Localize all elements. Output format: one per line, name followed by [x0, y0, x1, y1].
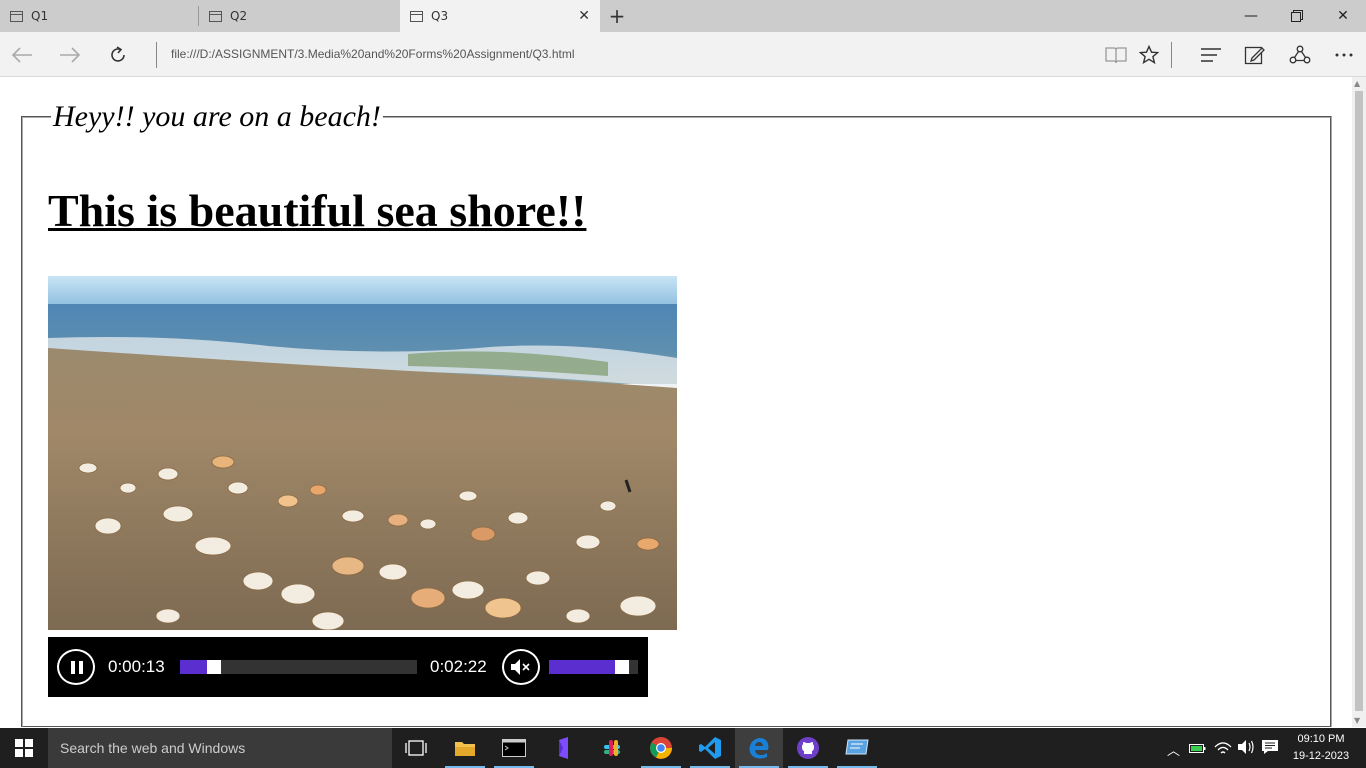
book-icon	[1105, 47, 1127, 64]
tab-q1[interactable]: Q1	[0, 0, 198, 32]
back-button[interactable]	[8, 41, 36, 69]
forward-button[interactable]	[56, 41, 84, 69]
chrome-icon	[650, 737, 672, 759]
wifi-icon[interactable]	[1214, 739, 1232, 759]
share-button[interactable]	[1286, 41, 1314, 69]
video-frame[interactable]	[48, 276, 677, 630]
taskbar-slack[interactable]	[588, 728, 636, 768]
scroll-down-icon[interactable]: ▼	[1354, 716, 1360, 725]
page-icon	[209, 10, 222, 22]
page-viewport: Heyy!! you are on a beach! This is beaut…	[0, 77, 1352, 727]
page-heading: This is beautiful sea shore!!	[48, 185, 587, 236]
edge-icon	[749, 738, 769, 759]
ellipsis-icon	[1335, 53, 1353, 57]
more-options-button[interactable]	[1330, 41, 1358, 69]
tab-strip: Q1 Q2 Q3 ✕ + — ✕	[0, 0, 1366, 32]
battery-icon[interactable]	[1189, 741, 1207, 759]
show-hidden-icons[interactable]: ︿	[1167, 740, 1180, 759]
minimize-button[interactable]: —	[1228, 0, 1274, 32]
close-tab-icon[interactable]: ✕	[578, 8, 590, 24]
new-tab-button[interactable]: +	[607, 4, 627, 28]
volume-handle[interactable]	[615, 660, 629, 674]
share-icon	[1289, 45, 1311, 64]
navigation-bar: file:///D:/ASSIGNMENT/3.Media%20and%20Fo…	[0, 32, 1366, 77]
slack-icon	[604, 740, 620, 756]
tab-q3[interactable]: Q3 ✕	[400, 0, 600, 32]
address-field[interactable]: file:///D:/ASSIGNMENT/3.Media%20and%20Fo…	[171, 47, 575, 61]
scroll-thumb[interactable]	[1355, 91, 1363, 711]
scroll-up-icon[interactable]: ▲	[1354, 79, 1360, 88]
windows-logo-icon	[15, 739, 33, 757]
page-icon	[10, 10, 23, 22]
favorite-button[interactable]	[1135, 41, 1163, 69]
remote-desktop-icon	[845, 739, 869, 755]
tab-label: Q2	[230, 9, 248, 23]
beach-shells-video-frame	[48, 276, 677, 630]
pause-button[interactable]	[57, 649, 95, 685]
taskbar-vscode[interactable]	[686, 728, 734, 768]
vertical-scrollbar[interactable]: ▲ ▼	[1352, 77, 1366, 727]
web-note-button[interactable]	[1241, 41, 1269, 69]
task-view-icon	[405, 740, 427, 756]
reading-view-button[interactable]	[1102, 41, 1130, 69]
toolbar-divider	[1171, 42, 1172, 68]
taskbar-search[interactable]: Search the web and Windows	[48, 728, 392, 768]
taskbar-file-explorer[interactable]	[441, 728, 489, 768]
fieldset-legend: Heyy!! you are on a beach!	[53, 100, 381, 133]
volume-icon[interactable]	[1237, 739, 1255, 759]
arrow-right-icon	[60, 47, 81, 63]
visual-studio-icon	[559, 737, 568, 759]
star-icon	[1139, 45, 1159, 65]
hub-button[interactable]	[1197, 41, 1225, 69]
taskbar-chrome[interactable]	[637, 728, 685, 768]
restore-icon	[1291, 10, 1303, 22]
close-window-button[interactable]: ✕	[1320, 0, 1366, 32]
folder-icon	[455, 742, 475, 756]
seek-bar[interactable]	[180, 660, 417, 674]
arrow-left-icon	[11, 47, 32, 63]
mute-button[interactable]	[502, 649, 540, 685]
tab-q2[interactable]: Q2	[199, 0, 399, 32]
volume-slider[interactable]	[549, 660, 638, 674]
current-time: 0:00:13	[108, 657, 165, 676]
taskbar-github-desktop[interactable]	[784, 728, 832, 768]
start-button[interactable]	[0, 728, 48, 768]
seek-progress-fill	[180, 660, 207, 674]
tab-label: Q3	[431, 9, 449, 23]
taskbar-edge[interactable]	[735, 728, 783, 768]
video-controls: 0:00:13 0:02:22	[48, 637, 648, 697]
volume-fill	[549, 660, 615, 674]
task-view-button[interactable]	[392, 728, 440, 768]
page-icon	[410, 10, 423, 22]
taskbar-remote-desktop[interactable]	[833, 728, 881, 768]
hub-icon	[1201, 48, 1221, 62]
seek-handle[interactable]	[207, 660, 221, 674]
terminal-icon	[502, 739, 526, 757]
clock-time: 09:10 PM	[1297, 733, 1345, 745]
duration-time: 0:02:22	[430, 657, 487, 676]
taskbar-clock[interactable]: 09:10 PM 19-12-2023	[1288, 731, 1354, 765]
action-center-icon[interactable]	[1261, 739, 1279, 759]
taskbar-command-prompt[interactable]	[490, 728, 538, 768]
refresh-button[interactable]	[104, 41, 132, 69]
tab-label: Q1	[31, 9, 49, 23]
clock-date: 19-12-2023	[1292, 750, 1350, 762]
restore-button[interactable]	[1274, 0, 1320, 32]
github-icon	[797, 737, 819, 759]
speaker-muted-icon	[511, 659, 530, 675]
taskbar-visual-studio[interactable]	[539, 728, 587, 768]
pen-note-icon	[1244, 46, 1265, 65]
taskbar: Search the web and Windows ︿ 09:10 PM 19…	[0, 728, 1366, 768]
vscode-icon	[699, 737, 721, 759]
refresh-icon	[111, 46, 125, 62]
address-divider	[156, 42, 157, 68]
